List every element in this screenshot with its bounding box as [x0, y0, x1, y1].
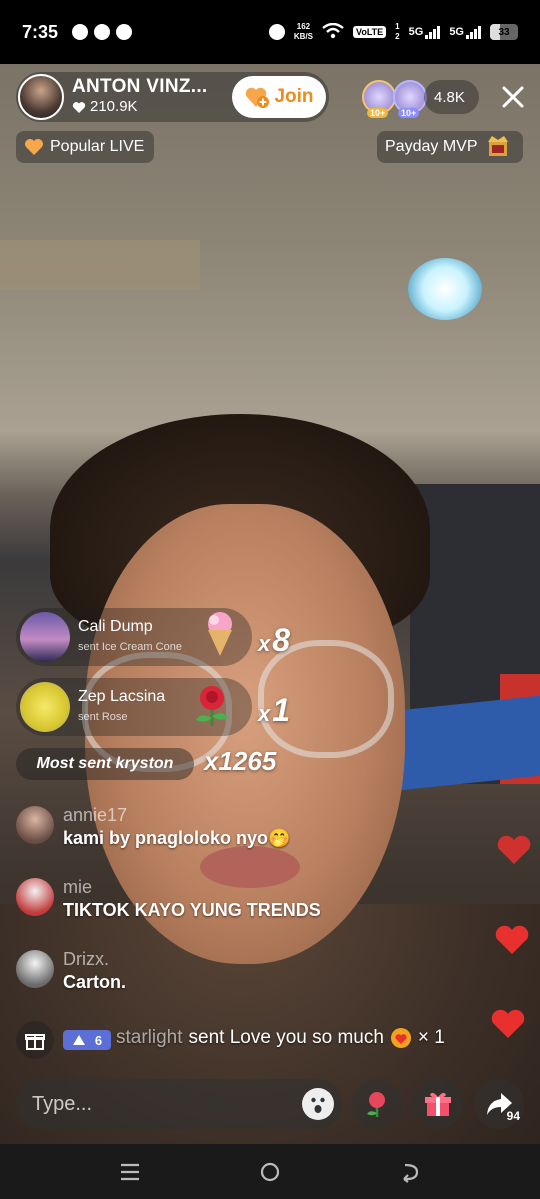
commenter-avatar[interactable] — [16, 950, 54, 988]
gift-line-text: sent Love you so much — [188, 1027, 384, 1048]
gift-icon — [425, 1092, 451, 1116]
rose-icon — [367, 1092, 385, 1117]
ceiling-light — [408, 258, 482, 320]
snapchat-icon — [94, 24, 111, 40]
gift-box-icon[interactable] — [16, 1021, 54, 1059]
gift-action: sent Rose — [78, 711, 128, 723]
viewer-avatar[interactable]: 10+ — [362, 80, 396, 118]
gift-sender-avatar — [20, 612, 70, 662]
comment-text: kami by pnagloloko nyo🤭 — [63, 828, 291, 848]
share-count: 94 — [506, 1109, 520, 1123]
commenter-avatar[interactable] — [16, 806, 54, 844]
viewer-count[interactable]: 4.8K — [424, 80, 479, 114]
gift-multiplier: x8 — [258, 622, 291, 658]
battery-icon: 33 — [490, 24, 518, 40]
gift-notification: Cali Dump sent Ice Cream Cone — [16, 608, 252, 666]
host-name: ANTON VINZ... — [72, 76, 208, 97]
gift-line-user: starlight — [116, 1027, 183, 1048]
payday-mvp-tag[interactable]: Payday MVP — [377, 131, 524, 163]
gift-sender-avatar — [20, 682, 70, 732]
host-info-pill[interactable]: ANTON VINZ... 210.9K Join — [16, 72, 329, 122]
love-gift-icon — [390, 1028, 411, 1048]
status-bar: 7:35 162 KB/S VoLTE 1 2 5G 5G 33 — [0, 0, 540, 64]
chat-comment[interactable]: annie17 kami by pnagloloko nyo🤭 — [16, 804, 290, 850]
status-time: 7:35 — [22, 21, 59, 42]
signal-2: 5G — [449, 25, 481, 39]
gift-action: sent Ice Cream Cone — [78, 641, 182, 653]
floating-heart-icon — [491, 1009, 525, 1038]
comment-input[interactable] — [32, 1092, 282, 1116]
recent-apps-icon[interactable] — [110, 1152, 150, 1192]
join-button[interactable]: Join — [232, 76, 326, 118]
heart-plus-icon — [246, 87, 270, 108]
gift-line-multiplier: × 1 — [417, 1027, 445, 1048]
commenter-name: annie17 — [63, 805, 128, 825]
chat-comment[interactable]: Drizx. Carton. — [16, 948, 126, 994]
host-avatar[interactable] — [18, 74, 64, 120]
wifi-icon — [322, 22, 344, 42]
comment-input-bar[interactable] — [16, 1079, 342, 1129]
rose-gift-button[interactable] — [352, 1079, 402, 1129]
rose-icon — [190, 682, 234, 738]
viewer-avatar[interactable]: 10+ — [393, 80, 427, 118]
most-sent-count: x1265 — [204, 746, 277, 776]
close-icon[interactable] — [498, 82, 528, 112]
user-level-badge: 6 — [63, 1030, 111, 1050]
signal-1: 5G — [409, 25, 441, 39]
messenger-icon — [72, 24, 89, 40]
commenter-avatar[interactable] — [16, 878, 54, 916]
popular-live-tag[interactable]: Popular LIVE — [16, 131, 155, 163]
gift-multiplier: x1 — [258, 692, 291, 728]
chat-comment[interactable]: mie TIKTOK KAYO YUNG TRENDS — [16, 876, 321, 922]
gift-message: starlight sent Love you so much × 1 — [116, 1027, 445, 1049]
most-sent-label: Most sent kryston — [16, 748, 194, 780]
heart-icon — [72, 101, 86, 113]
join-label: Join — [274, 86, 314, 107]
gift-sender-name: Zep Lacsina — [78, 688, 166, 705]
host-likes: 210.9K — [72, 97, 208, 117]
floating-heart-icon — [495, 925, 529, 954]
volte-badge: VoLTE — [353, 26, 387, 38]
commenter-name: Drizx. — [63, 949, 109, 969]
gift-sender-name: Cali Dump — [78, 618, 153, 635]
back-icon[interactable] — [390, 1152, 430, 1192]
broken-heart-icon — [25, 139, 43, 155]
home-icon[interactable] — [250, 1152, 290, 1192]
triangle-icon — [72, 1035, 85, 1045]
clock-icon — [116, 24, 133, 40]
system-nav-bar — [0, 1144, 540, 1199]
sim-indicator: 1 2 — [395, 22, 400, 41]
trophy-icon — [488, 136, 509, 156]
comment-text: TIKTOK KAYO YUNG TRENDS — [63, 900, 321, 920]
gift-notification: Zep Lacsina sent Rose — [16, 678, 252, 736]
gift-button[interactable] — [413, 1079, 463, 1129]
comment-text: Carton. — [63, 972, 126, 992]
commenter-name: mie — [63, 877, 93, 897]
alarm-icon — [268, 24, 285, 40]
floating-heart-icon — [497, 835, 531, 864]
ceiling-panel — [0, 240, 200, 290]
top-viewers[interactable]: 10+ 10+ — [362, 80, 427, 118]
emoji-icon[interactable] — [302, 1088, 334, 1120]
net-speed: 162 KB/S — [293, 22, 313, 41]
ice-cream-icon — [202, 610, 238, 668]
share-button[interactable]: 94 — [474, 1079, 524, 1129]
